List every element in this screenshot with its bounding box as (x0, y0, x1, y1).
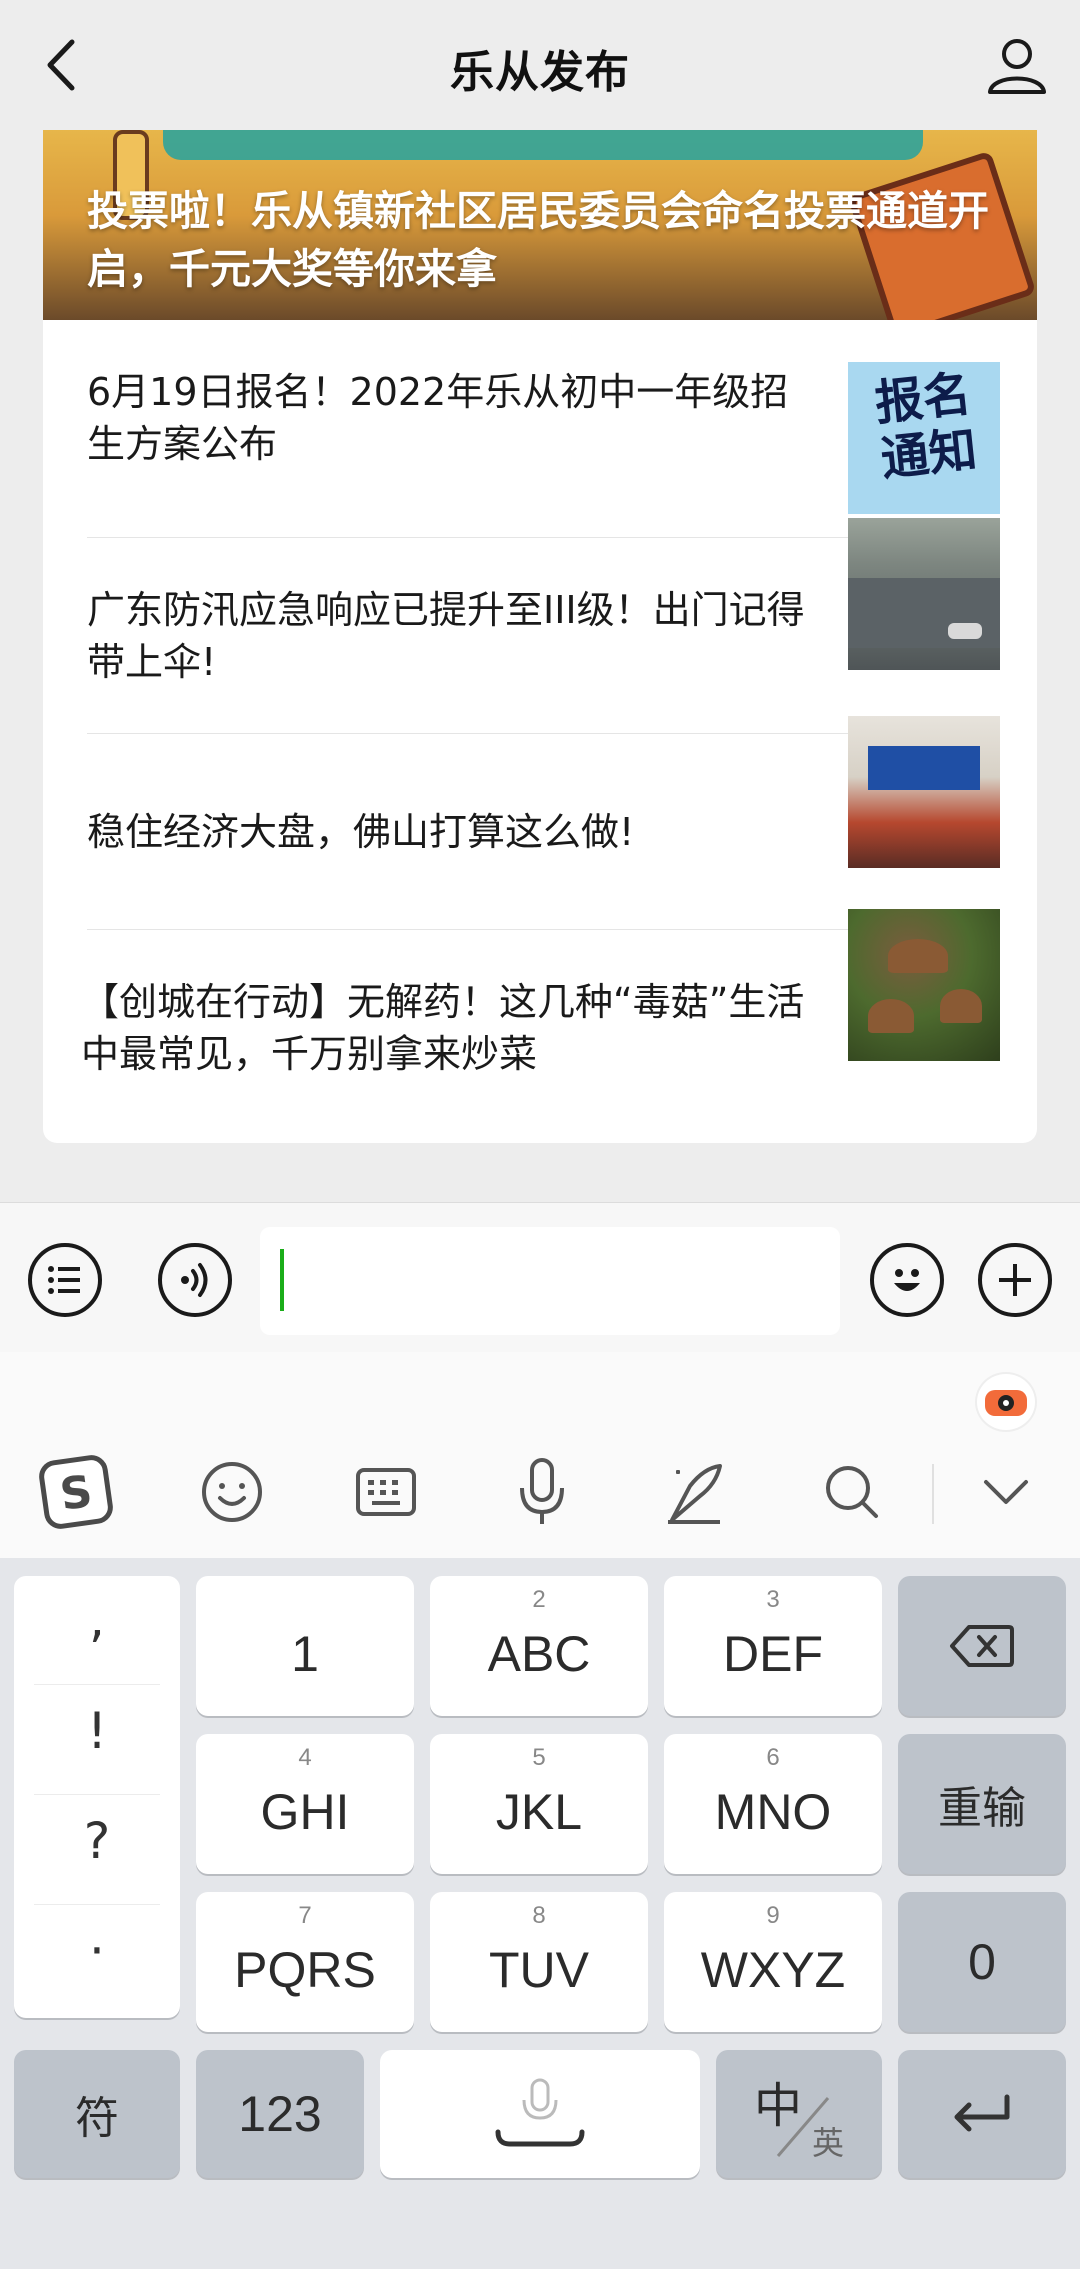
key-digit: 2 (532, 1586, 546, 1613)
banner-article[interactable]: 投票啦！乐从镇新社区居民委员会命名投票通道开启，千元大奖等你来拿 (43, 130, 1037, 320)
divider (34, 1684, 160, 1685)
keyboard-icon[interactable] (346, 1452, 426, 1532)
banner-decoration (163, 130, 923, 160)
backspace-icon (950, 1625, 1014, 1667)
mushroom-image (868, 999, 914, 1033)
input-method-keyboard: S , ! ? · 1 2 ABC 3 DEF 4 GHI 5 JKL 6 MN… (0, 1352, 1080, 2269)
punct-key-dot[interactable]: · (34, 1922, 160, 1980)
article-thumbnail (848, 518, 1000, 670)
sogou-logo-icon[interactable]: S (36, 1452, 116, 1532)
key-2[interactable]: 2 ABC (430, 1576, 648, 1716)
enter-button[interactable] (898, 2050, 1066, 2178)
microphone-icon[interactable] (502, 1452, 582, 1532)
return-icon (954, 2094, 1010, 2132)
punct-key-comma[interactable]: , (34, 1590, 160, 1648)
key-label: MNO (714, 1784, 832, 1840)
list-icon (48, 1266, 80, 1294)
key-label: JKL (495, 1784, 583, 1840)
key-3[interactable]: 3 DEF (664, 1576, 882, 1716)
key-digit: 6 (766, 1744, 780, 1771)
number-mode-button[interactable]: 123 (196, 2050, 364, 2178)
voice-icon (181, 1263, 208, 1297)
key-label: ABC (487, 1626, 591, 1682)
key-label: 1 (291, 1626, 319, 1682)
key-7[interactable]: 7 PQRS (196, 1892, 414, 2032)
key-1[interactable]: 1 (196, 1576, 414, 1716)
text-caret (280, 1249, 284, 1311)
article-title: 广东防汛应急响应已提升至III级！出门记得带上伞! (87, 588, 805, 684)
key-digit: 7 (298, 1902, 312, 1929)
key-label: TUV (489, 1942, 589, 1998)
article-card: 投票啦！乐从镇新社区居民委员会命名投票通道开启，千元大奖等你来拿 6月19日报名… (43, 130, 1037, 1143)
toolbar-divider (932, 1464, 934, 1524)
chevron-down-icon[interactable] (966, 1452, 1046, 1532)
article-title: 稳住经济大盘，佛山打算这么做! (87, 810, 635, 854)
search-icon[interactable] (812, 1452, 892, 1532)
key-label: PQRS (234, 1942, 376, 1998)
backspace-button[interactable] (898, 1576, 1066, 1716)
divider (34, 1794, 160, 1795)
list-item[interactable]: 广东防汛应急响应已提升至III级！出门记得带上伞! (87, 518, 1000, 734)
article-thumbnail (848, 909, 1000, 1061)
emoji-button[interactable] (870, 1243, 944, 1317)
assistant-icon[interactable] (975, 1372, 1037, 1432)
language-switch-button[interactable]: 中 英 (716, 2050, 882, 2178)
ime-toolbar: S (0, 1352, 1080, 1558)
key-0[interactable]: 0 (898, 1892, 1066, 2032)
punctuation-column[interactable]: , ! ? · (14, 1576, 180, 2018)
key-digit: 8 (532, 1902, 546, 1929)
more-button[interactable] (978, 1243, 1052, 1317)
key-label: DEF (723, 1626, 823, 1682)
handwriting-icon[interactable] (656, 1452, 736, 1532)
plus-icon (999, 1264, 1031, 1296)
reinput-button[interactable]: 重输 (898, 1734, 1066, 1874)
car-image (948, 623, 982, 639)
key-8[interactable]: 8 TUV (430, 1892, 648, 2032)
press-screen-image (868, 746, 980, 790)
t9-keypad: , ! ? · 1 2 ABC 3 DEF 4 GHI 5 JKL 6 MNO … (0, 1558, 1080, 2269)
chat-input-bar (0, 1202, 1080, 1352)
article-title: 【创城在行动】无解药！这几种“毒菇”生活中最常见，千万别拿来炒菜 (81, 980, 805, 1076)
menu-list-button[interactable] (28, 1243, 102, 1317)
lang-sub-label: 英 (812, 2125, 845, 2161)
list-item[interactable]: 6月19日报名！2022年乐从初中一年级招生方案公布 报名通知 (87, 320, 1000, 516)
message-input[interactable] (260, 1227, 840, 1335)
key-6[interactable]: 6 MNO (664, 1734, 882, 1874)
mushroom-image (940, 989, 982, 1023)
list-item[interactable]: 【创城在行动】无解药！这几种“毒菇”生活中最常见，千万别拿来炒菜 (81, 909, 1000, 1126)
key-digit: 5 (532, 1744, 546, 1771)
microphone-icon (495, 2078, 585, 2147)
list-item[interactable]: 稳住经济大盘，佛山打算这么做! (87, 716, 1000, 930)
divider (34, 1904, 160, 1905)
key-digit: 9 (766, 1902, 780, 1929)
thumbnail-text: 报名通知 (872, 366, 980, 488)
person-icon[interactable] (982, 30, 1052, 100)
voice-button[interactable] (158, 1243, 232, 1317)
emoji-icon[interactable] (192, 1452, 272, 1532)
smiley-icon (894, 1269, 920, 1291)
article-title: 6月19日报名！2022年乐从初中一年级招生方案公布 (87, 370, 789, 466)
punct-key-question[interactable]: ? (34, 1812, 160, 1870)
key-9[interactable]: 9 WXYZ (664, 1892, 882, 2032)
key-label: GHI (260, 1784, 350, 1840)
article-thumbnail: 报名通知 (848, 362, 1000, 514)
space-button[interactable] (380, 2050, 700, 2178)
key-5[interactable]: 5 JKL (430, 1734, 648, 1874)
banner-title: 投票啦！乐从镇新社区居民委员会命名投票通道开启，千元大奖等你来拿 (87, 187, 989, 293)
key-label: WXYZ (700, 1942, 846, 1998)
nav-bar: 乐从发布 (0, 0, 1080, 130)
page-title: 乐从发布 (450, 47, 630, 98)
key-digit: 3 (766, 1586, 780, 1613)
key-4[interactable]: 4 GHI (196, 1734, 414, 1874)
article-thumbnail (848, 716, 1000, 868)
mushroom-image (888, 939, 948, 973)
key-digit: 4 (298, 1744, 312, 1771)
punct-key-exclaim[interactable]: ! (34, 1702, 160, 1760)
symbols-button[interactable]: 符 (14, 2050, 180, 2178)
